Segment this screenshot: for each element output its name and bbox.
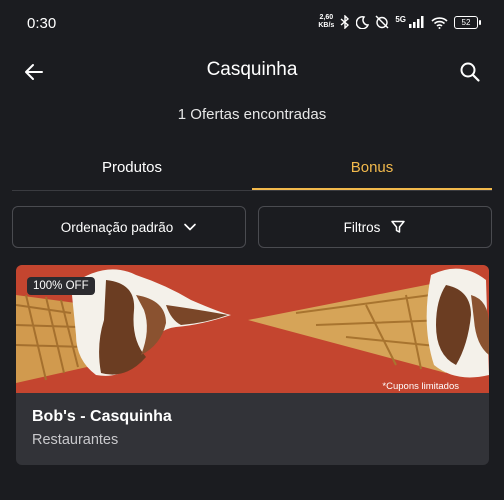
filters-button[interactable]: Filtros	[258, 206, 492, 248]
network-type: 5G	[395, 14, 406, 24]
network-speed-unit: KB/s	[318, 22, 335, 29]
page-title: Casquinha	[206, 59, 298, 80]
status-bar: 0:30 2,60 KB/s 5G 52	[0, 0, 504, 48]
search-icon[interactable]	[458, 60, 482, 84]
moon-icon	[356, 15, 370, 29]
sort-dropdown[interactable]: Ordenação padrão	[12, 206, 246, 248]
tab-bonus[interactable]: Bonus	[252, 148, 492, 190]
offer-category: Restaurantes	[32, 432, 119, 448]
bluetooth-icon	[340, 15, 350, 29]
top-app-bar: Casquinha	[0, 48, 504, 94]
signal-icon	[409, 16, 424, 28]
filters-label: Filtros	[343, 219, 381, 235]
coupon-note: *Cupons limitados	[382, 381, 459, 392]
tab-bar: Produtos Bonus	[12, 148, 492, 191]
wifi-icon	[431, 16, 448, 29]
chevron-down-icon	[184, 223, 197, 231]
alarm-off-icon	[375, 15, 389, 29]
offer-card[interactable]: 100% OFF *Cupons limitados Bob's - Casqu…	[16, 265, 489, 465]
filter-icon	[391, 220, 406, 233]
discount-badge: 100% OFF	[27, 277, 95, 295]
status-icons: 2,60 KB/s 5G 52	[318, 14, 481, 30]
offer-title: Bob's - Casquinha	[32, 408, 172, 425]
network-speed-value: 2,60	[319, 14, 334, 21]
battery-indicator: 52	[454, 15, 481, 29]
sort-label: Ordenação padrão	[60, 219, 174, 235]
offer-banner-image: 100% OFF *Cupons limitados	[16, 265, 489, 393]
network-speed: 2,60 KB/s	[318, 14, 334, 30]
results-count: 1 Ofertas encontradas	[177, 106, 327, 123]
tab-produtos[interactable]: Produtos	[12, 148, 252, 188]
status-time: 0:30	[27, 15, 57, 32]
